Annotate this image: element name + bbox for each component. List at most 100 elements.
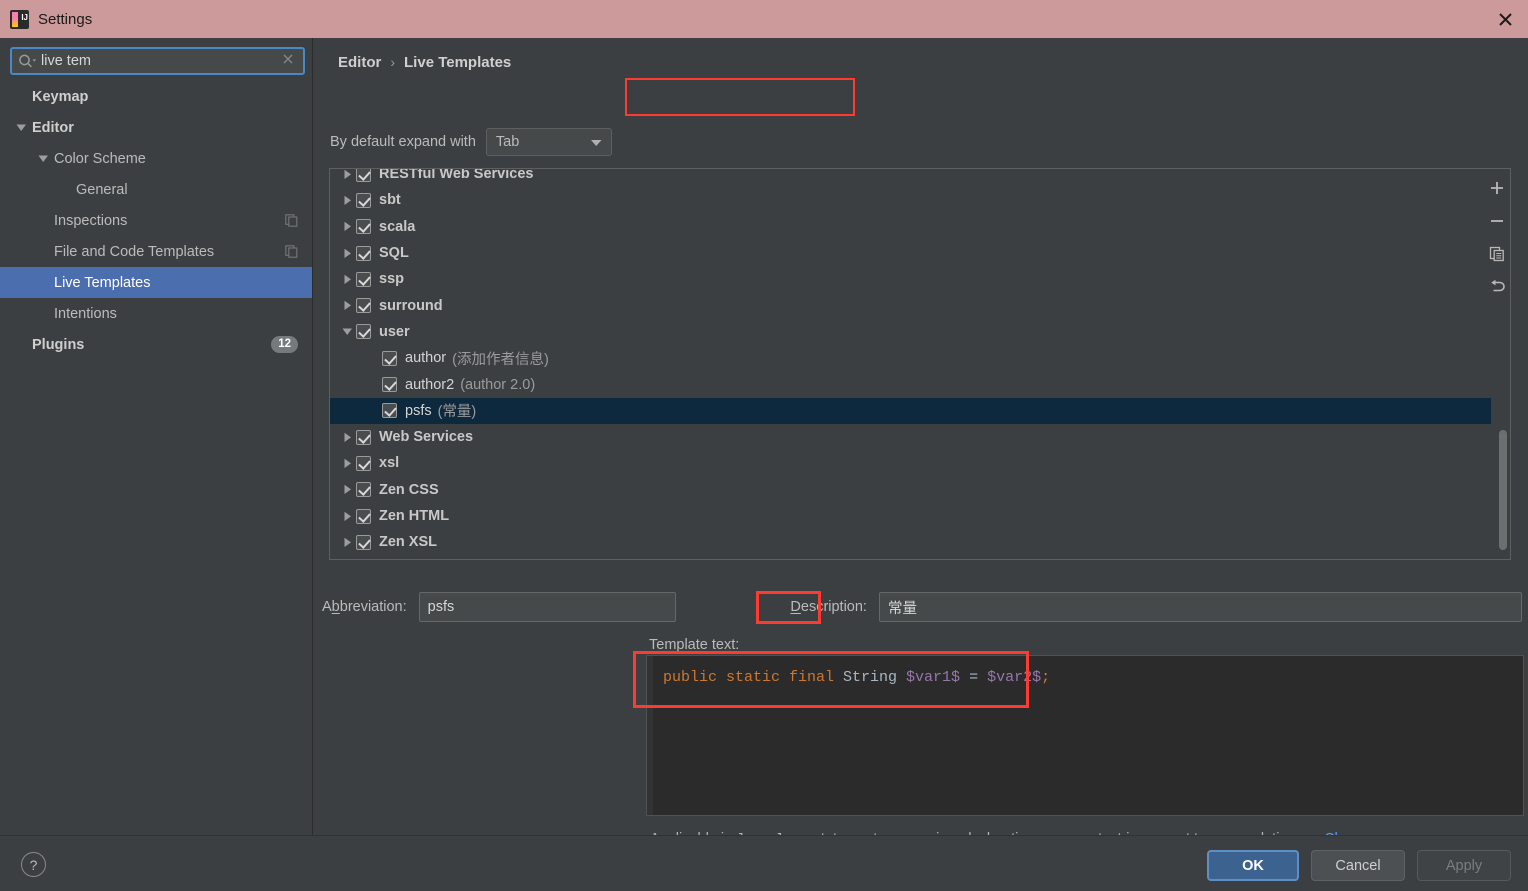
search-icon <box>18 54 37 69</box>
template-tree-row[interactable]: author (添加作者信息) <box>330 345 1491 371</box>
template-tree-row[interactable]: author2 (author 2.0) <box>330 371 1491 397</box>
chevron-right-icon[interactable] <box>338 195 356 206</box>
sidebar-tree: Keymap Editor Color Scheme General Inspectio… <box>0 81 312 360</box>
sidebar-item-label: Color Scheme <box>54 150 146 167</box>
sidebar-item-keymap[interactable]: Keymap <box>0 81 312 112</box>
cancel-button[interactable]: Cancel <box>1311 850 1405 881</box>
chevron-right-icon[interactable] <box>338 432 356 443</box>
chevron-right-icon[interactable] <box>338 511 356 522</box>
template-name: author2 <box>405 376 455 393</box>
code-token-variable: $var2$ <box>987 669 1042 686</box>
sidebar-item-file-and-code-templates[interactable]: File and Code Templates <box>0 236 312 267</box>
chevron-right-icon[interactable] <box>338 248 356 259</box>
tree-scrollbar-thumb[interactable] <box>1499 430 1507 550</box>
breadcrumb-annotation-box <box>625 78 855 116</box>
template-name: surround <box>379 297 443 314</box>
apply-button[interactable]: Apply <box>1417 850 1511 881</box>
clear-icon[interactable] <box>281 52 297 70</box>
help-icon[interactable]: ? <box>21 852 46 877</box>
default-expand-row: By default expand with Tab <box>330 128 612 156</box>
template-enabled-checkbox[interactable] <box>356 482 371 498</box>
template-enabled-checkbox[interactable] <box>356 429 371 445</box>
breadcrumb-separator-icon: › <box>390 54 396 70</box>
template-enabled-checkbox[interactable] <box>356 169 371 182</box>
template-name: user <box>379 323 410 340</box>
description-value: 常量 <box>887 600 917 617</box>
sidebar-item-label: Editor <box>32 119 74 136</box>
template-enabled-checkbox[interactable] <box>356 298 371 314</box>
template-enabled-checkbox[interactable] <box>356 219 371 235</box>
minus-icon[interactable] <box>1482 204 1512 237</box>
template-name: psfs <box>405 402 432 419</box>
template-name: author <box>405 350 447 367</box>
sidebar-item-general[interactable]: General <box>0 174 312 205</box>
template-enabled-checkbox[interactable] <box>382 403 397 419</box>
template-tree-row[interactable]: psfs (常量) <box>330 397 1491 424</box>
sidebar-item-editor[interactable]: Editor <box>0 112 312 143</box>
revert-icon[interactable] <box>1482 270 1512 303</box>
template-tree-row[interactable]: sbt <box>330 187 1491 213</box>
sidebar-item-intentions[interactable]: Intentions <box>0 298 312 329</box>
chevron-right-icon[interactable] <box>338 458 356 469</box>
template-enabled-checkbox[interactable] <box>356 455 371 471</box>
live-templates-tree-panel: RESTful Web Services sbt scala SQL ssp surrou… <box>329 168 1511 560</box>
template-tree-row[interactable]: SQL <box>330 240 1491 266</box>
template-tree-row[interactable]: Zen HTML <box>330 503 1491 529</box>
breadcrumb-current: Live Templates <box>404 53 512 71</box>
copy-settings-icon[interactable] <box>285 245 298 258</box>
template-tree-row[interactable]: Zen XSL <box>330 529 1491 555</box>
template-enabled-checkbox[interactable] <box>356 324 371 340</box>
copy-settings-icon[interactable] <box>285 214 298 227</box>
chevron-right-icon[interactable] <box>338 221 356 232</box>
chevron-right-icon[interactable] <box>338 484 356 495</box>
abbreviation-input[interactable]: psfs <box>418 592 677 622</box>
chevron-right-icon[interactable] <box>338 300 356 311</box>
template-text-editor[interactable]: public static final String $var1$ = $var… <box>646 655 1524 816</box>
duplicate-icon[interactable] <box>1482 237 1512 270</box>
chevron-down-icon[interactable] <box>36 154 50 163</box>
search-input-value: live tem <box>41 53 91 69</box>
close-icon[interactable] <box>1482 0 1528 38</box>
template-tree-row[interactable]: Zen CSS <box>330 477 1491 503</box>
template-tree-row[interactable]: ssp <box>330 266 1491 292</box>
chevron-down-icon[interactable] <box>14 123 28 132</box>
template-enabled-checkbox[interactable] <box>382 377 397 393</box>
description-input[interactable]: 常量 <box>878 592 1522 622</box>
template-enabled-checkbox[interactable] <box>356 534 371 550</box>
ok-label: OK <box>1242 857 1264 874</box>
chevron-down-icon[interactable] <box>338 327 356 336</box>
ok-button[interactable]: OK <box>1207 850 1299 881</box>
sidebar-item-plugins[interactable]: Plugins 12 <box>0 329 312 360</box>
chevron-right-icon[interactable] <box>338 274 356 285</box>
template-tree-row[interactable]: surround <box>330 292 1491 318</box>
template-tree-row[interactable]: user <box>330 319 1491 345</box>
plugins-count-badge: 12 <box>271 336 298 353</box>
template-enabled-checkbox[interactable] <box>356 508 371 524</box>
breadcrumb-parent[interactable]: Editor <box>338 54 381 71</box>
sidebar-item-label: General <box>76 181 128 198</box>
template-enabled-checkbox[interactable] <box>382 350 397 366</box>
chevron-right-icon[interactable] <box>338 169 356 180</box>
search-input[interactable]: live tem <box>10 47 305 75</box>
template-tree-row[interactable]: scala <box>330 214 1491 240</box>
template-enabled-checkbox[interactable] <box>356 245 371 261</box>
default-expand-dropdown[interactable]: Tab <box>485 128 612 156</box>
settings-dialog-body: live tem Keymap Editor Color Scheme General… <box>0 38 1528 891</box>
chevron-right-icon[interactable] <box>338 537 356 548</box>
template-tree-row[interactable]: xsl <box>330 450 1491 476</box>
template-description: (添加作者信息) <box>452 351 549 368</box>
plus-icon[interactable] <box>1482 171 1512 204</box>
cancel-label: Cancel <box>1335 857 1381 874</box>
template-name: sbt <box>379 192 401 209</box>
code-token-operator: = <box>960 669 988 686</box>
template-enabled-checkbox[interactable] <box>356 192 371 208</box>
sidebar-item-live-templates[interactable]: Live Templates <box>0 267 312 298</box>
template-tree-row[interactable]: RESTful Web Services <box>330 169 1491 187</box>
template-tree-row[interactable]: Web Services <box>330 424 1491 450</box>
sidebar-item-inspections[interactable]: Inspections <box>0 205 312 236</box>
sidebar-item-color-scheme[interactable]: Color Scheme <box>0 143 312 174</box>
template-name: Zen XSL <box>379 534 438 551</box>
settings-content-pane: Editor › Live Templates By default expan… <box>314 38 1528 847</box>
template-enabled-checkbox[interactable] <box>356 271 371 287</box>
template-text-code: public static final String $var1$ = $var… <box>663 668 1050 688</box>
